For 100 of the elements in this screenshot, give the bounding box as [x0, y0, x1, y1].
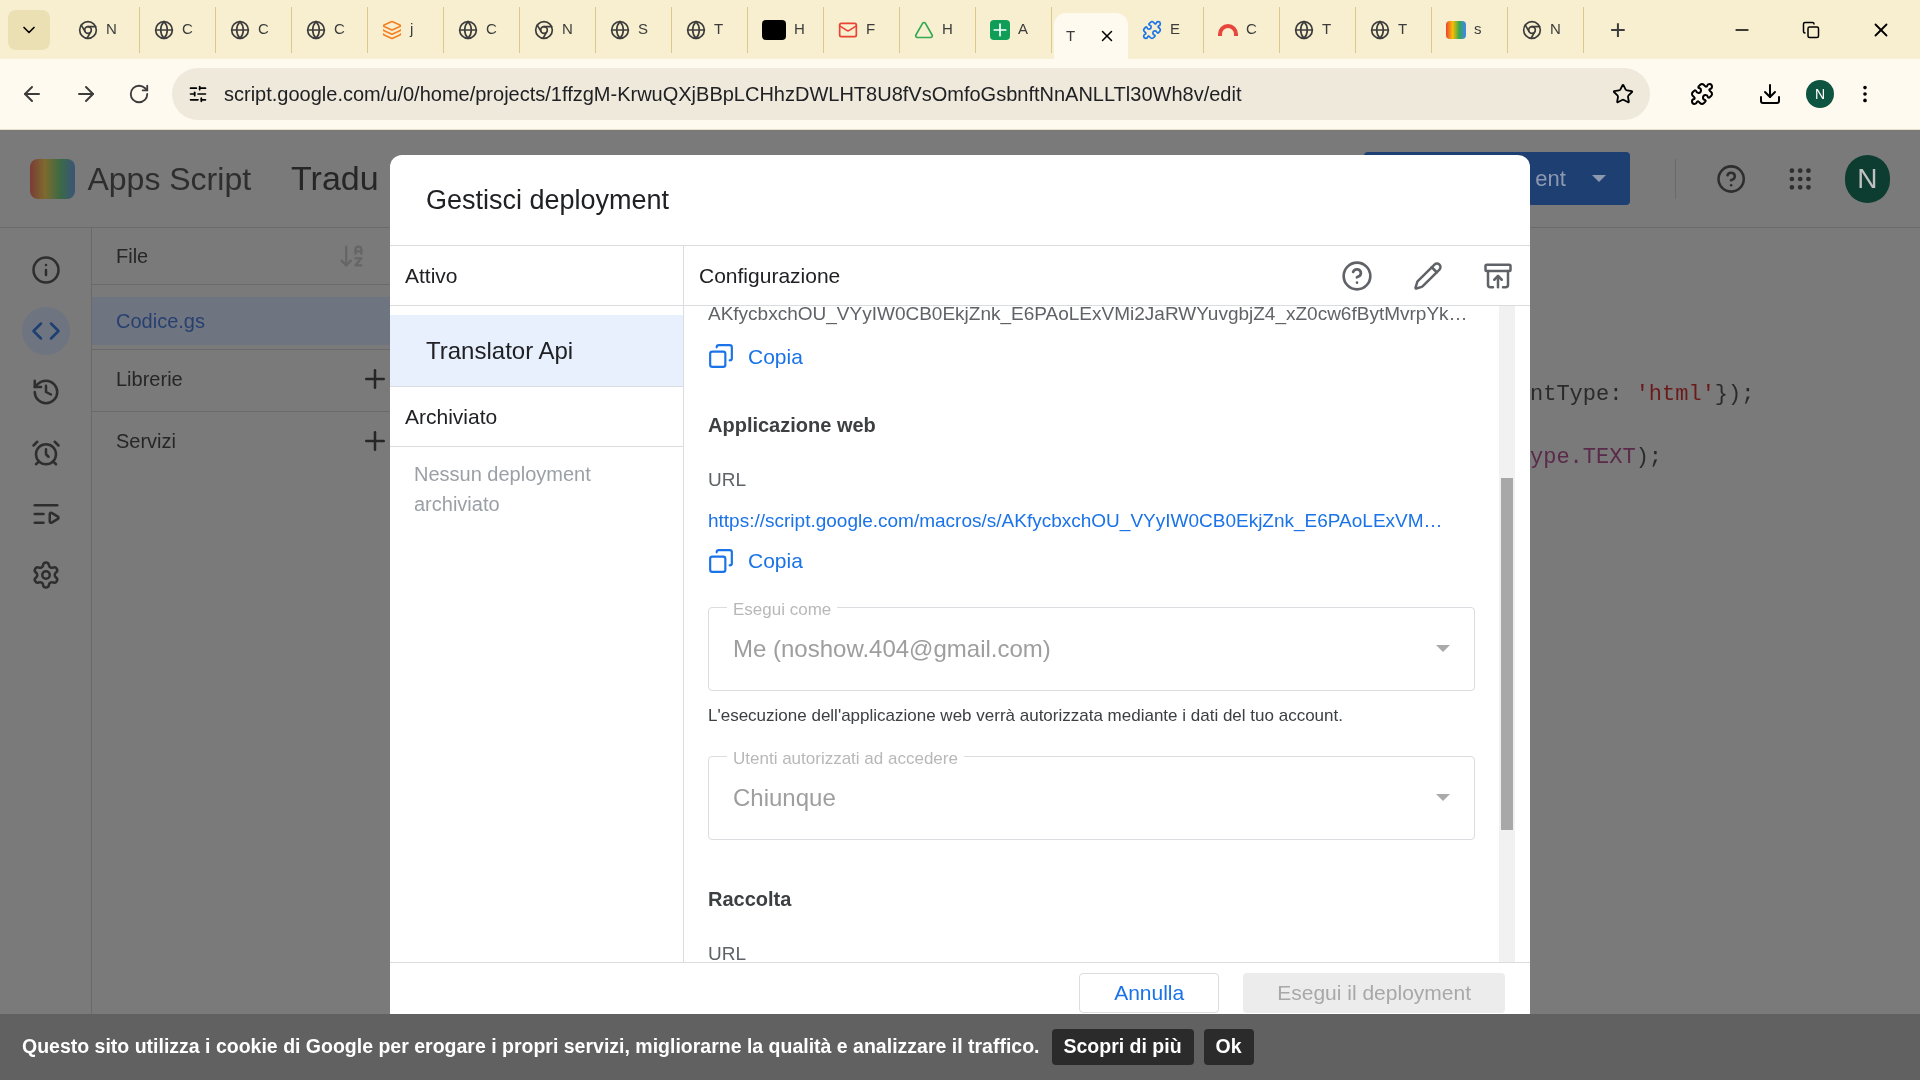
copy-button[interactable]: Copia: [708, 545, 803, 577]
browser-tab[interactable]: j: [370, 6, 444, 53]
column-heading: Attivo: [405, 262, 458, 289]
cookie-message: Questo sito utilizza i cookie di Google per erogare i propri servizi, migliorarne la qualità e analizzare il traffico.: [22, 1034, 1040, 1060]
field-value: Chiunque: [733, 783, 837, 813]
browser-tab[interactable]: C: [218, 6, 292, 53]
apps-script-logo-icon: [30, 158, 76, 199]
files-heading: File: [116, 244, 150, 269]
scrollbar-thumb[interactable]: [1501, 478, 1513, 830]
help-icon[interactable]: [1341, 259, 1373, 292]
tab-title: j: [410, 19, 414, 40]
tab-title: T: [1066, 25, 1076, 46]
tab-title: N: [106, 19, 117, 40]
script-logo-icon: [1446, 20, 1466, 39]
browser-tab[interactable]: T: [674, 6, 748, 53]
deployment-id: AKfycbxchOU_VYyIW0CB0EkjZnk_E6PAoLExVMi2JaRWYuvgbjZ4_xZ0cw6fBytMvrpYk…: [708, 306, 1469, 327]
field-label: URL: [708, 942, 747, 962]
profile-avatar[interactable]: N: [1806, 80, 1834, 108]
triangle-icon: [914, 19, 934, 40]
browser-tab[interactable]: H: [902, 6, 976, 53]
browser-tab[interactable]: C: [142, 6, 216, 53]
column-heading: Archiviato: [405, 403, 498, 430]
settings-icon: [30, 560, 61, 590]
dialog-title: Gestisci deployment: [426, 183, 670, 217]
browser-tab[interactable]: C: [1206, 6, 1280, 53]
tab-title: S: [638, 19, 648, 40]
tab-title: H: [794, 19, 805, 40]
download-icon[interactable]: [1758, 82, 1782, 106]
browser-tab[interactable]: s: [1434, 6, 1508, 53]
extensions-icon[interactable]: [1690, 82, 1714, 106]
cancel-button[interactable]: Annulla: [1079, 973, 1220, 1013]
caret-icon: [1591, 174, 1606, 183]
browser-tab[interactable]: N: [66, 6, 140, 53]
sheet-plus-icon: [990, 19, 1010, 40]
browser-tab[interactable]: C: [294, 6, 368, 53]
browser-tab[interactable]: T: [1282, 6, 1356, 53]
browser-tab[interactable]: T: [1054, 13, 1128, 59]
restore-icon[interactable]: [1802, 20, 1820, 39]
dropdown-caret-icon: [1436, 794, 1450, 802]
browser-tab[interactable]: H: [750, 6, 824, 53]
tab-title: N: [1550, 19, 1561, 40]
web-app-url-link[interactable]: https://script.google.com/macros/s/AKfycbxchOU_VYyIW0CB0EkjZnk_E6PAoLExVM…: [708, 506, 1475, 535]
tab-title: T: [714, 19, 724, 40]
chrome-icon: [534, 19, 554, 40]
empty-state-text: Nessun deployment archiviato: [413, 462, 592, 517]
copy-button[interactable]: Copia: [708, 340, 803, 372]
product-name: Apps Script: [87, 159, 252, 199]
browser-tab[interactable]: A: [978, 6, 1052, 53]
ok-button[interactable]: Ok: [1203, 1029, 1254, 1065]
tab-title: s: [1474, 19, 1482, 40]
globe-icon: [1370, 19, 1390, 40]
tab-title: H: [942, 19, 953, 40]
globe-icon: [306, 19, 326, 40]
alarm-clock-icon: [30, 438, 61, 468]
browser-tab[interactable]: T: [1358, 6, 1432, 53]
code-line: ntType: 'html'});: [1530, 381, 1756, 409]
tab-title: T: [1398, 19, 1408, 40]
section-heading: Librerie: [116, 366, 184, 392]
tab-title: C: [1246, 19, 1257, 40]
info-icon: [30, 255, 61, 285]
tab-title: C: [334, 19, 345, 40]
deployment-item[interactable]: Translator Api: [390, 315, 683, 387]
globe-icon: [610, 19, 630, 40]
puzzle-icon: [1142, 19, 1162, 40]
field-label: URL: [708, 468, 747, 492]
browser-tab[interactable]: E: [1130, 6, 1204, 53]
url-text: script.google.com/u/0/home/projects/1ffzgM-KrwuQXjBBpLCHhzDWLHT8U8fVsOmfoGsbnftNnANLLTl30Wh8v/edit: [224, 82, 1243, 107]
tab-title: F: [866, 19, 876, 40]
help-icon[interactable]: [1715, 162, 1747, 195]
site-settings-icon[interactable]: [188, 84, 208, 104]
browser-tab[interactable]: N: [1510, 6, 1584, 53]
tab-title: C: [258, 19, 269, 40]
globe-icon: [1294, 19, 1314, 40]
globe-icon: [230, 19, 250, 40]
browser-tab[interactable]: F: [826, 6, 900, 53]
stack-icon: [382, 19, 402, 40]
rainbow-icon: [1218, 23, 1238, 36]
reload-icon[interactable]: [128, 83, 150, 105]
browser-tab[interactable]: S: [598, 6, 672, 53]
edit-pencil-icon[interactable]: [1413, 260, 1443, 291]
code-line: ype.TEXT);: [1530, 444, 1664, 472]
browser-tab[interactable]: C: [446, 6, 520, 53]
project-title: Tradu: [291, 158, 379, 199]
dev-logo-icon: [762, 19, 786, 40]
tab-title: A: [1018, 19, 1028, 40]
section-heading: Applicazione web: [708, 413, 877, 438]
bookmark-star-icon[interactable]: [1612, 83, 1634, 105]
learn-more-button[interactable]: Scopri di più: [1051, 1029, 1194, 1065]
copy-icon: [708, 343, 734, 370]
new-tab-button[interactable]: +: [1600, 8, 1636, 51]
copy-icon: [708, 547, 734, 574]
account-avatar[interactable]: N: [1844, 154, 1890, 203]
section-heading: Servizi: [116, 428, 177, 454]
browser-tab[interactable]: N: [522, 6, 596, 53]
code-nav-button[interactable]: [21, 307, 70, 355]
field-note: L'esecuzione dell'applicazione web verrà autorizzata mediante i dati del tuo account.: [708, 704, 1344, 727]
column-heading: Configurazione: [699, 262, 842, 289]
tab-title: C: [182, 19, 193, 40]
globe-icon: [686, 19, 706, 40]
address-bar[interactable]: script.google.com/u/0/home/projects/1ffzgM-KrwuQXjBBpLCHhzDWLHT8U8fVsOmfoGsbnftNnANLLTl30Wh8v/edit: [172, 68, 1650, 120]
